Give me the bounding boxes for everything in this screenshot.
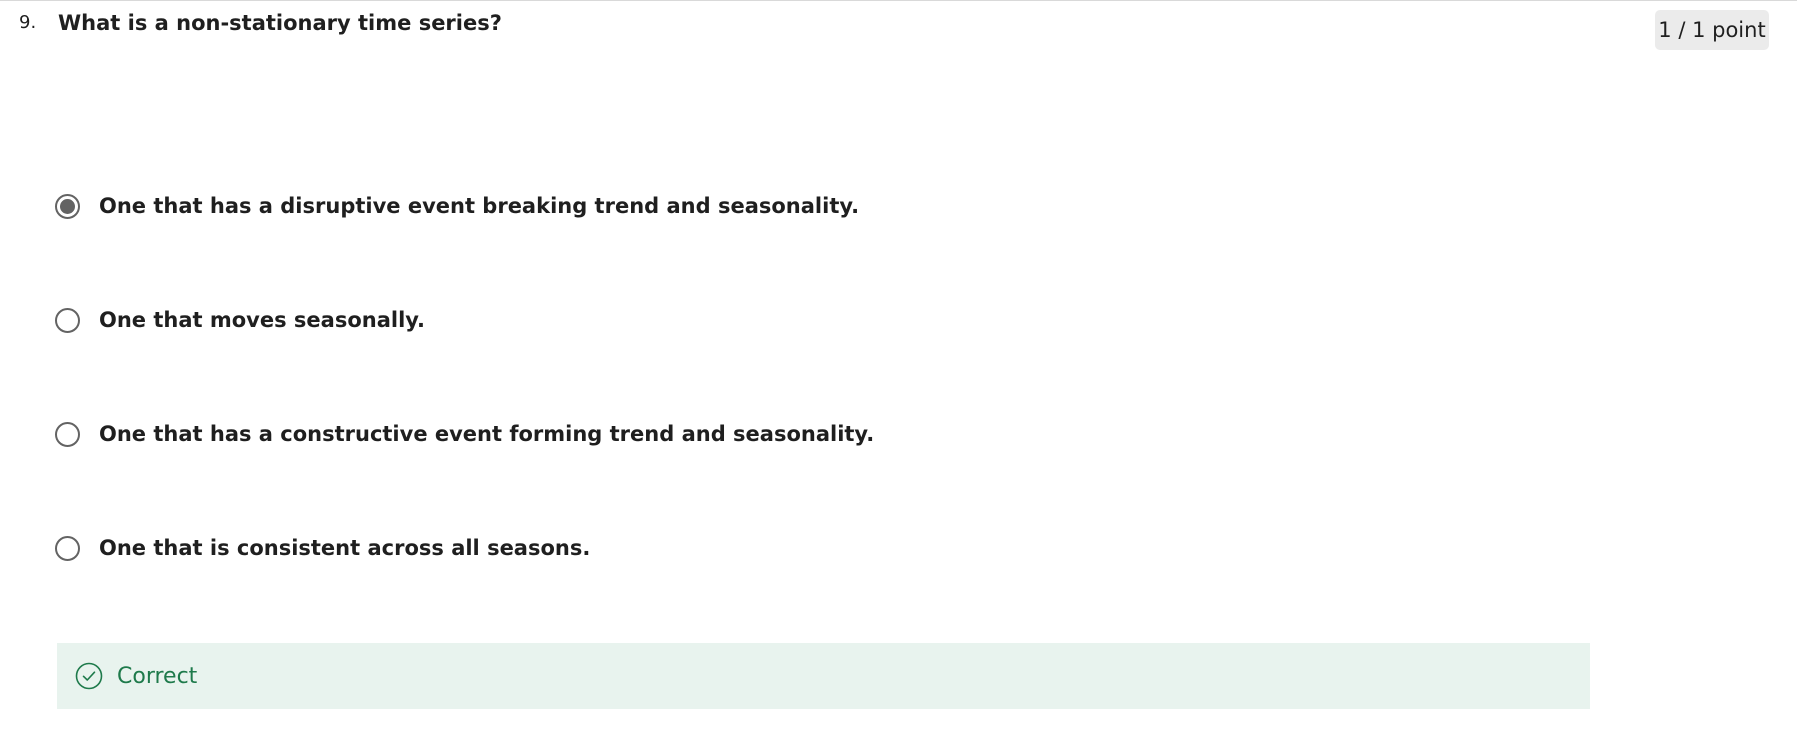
option-label: One that moves seasonally. bbox=[99, 308, 426, 332]
question-number: 9. bbox=[19, 12, 37, 33]
answer-option-4[interactable]: One that is consistent across all season… bbox=[55, 530, 590, 566]
answer-option-3[interactable]: One that has a constructive event formin… bbox=[55, 416, 874, 452]
feedback-banner: Correct bbox=[57, 643, 1590, 709]
score-badge: 1 / 1 point bbox=[1655, 10, 1769, 50]
option-label: One that has a constructive event formin… bbox=[99, 422, 875, 446]
answer-option-2[interactable]: One that moves seasonally. bbox=[55, 302, 425, 338]
option-label: One that has a disruptive event breaking… bbox=[99, 194, 860, 218]
radio-button[interactable] bbox=[55, 421, 80, 447]
check-circle-icon bbox=[75, 662, 103, 690]
answer-option-1[interactable]: One that has a disruptive event breaking… bbox=[55, 188, 859, 224]
top-divider bbox=[0, 0, 1797, 1]
radio-button-selected[interactable] bbox=[55, 193, 80, 219]
feedback-status: Correct bbox=[117, 663, 198, 689]
radio-button[interactable] bbox=[55, 307, 80, 333]
option-label: One that is consistent across all season… bbox=[99, 536, 591, 560]
radio-button[interactable] bbox=[55, 535, 80, 561]
question-title: What is a non-stationary time series? bbox=[58, 11, 502, 35]
